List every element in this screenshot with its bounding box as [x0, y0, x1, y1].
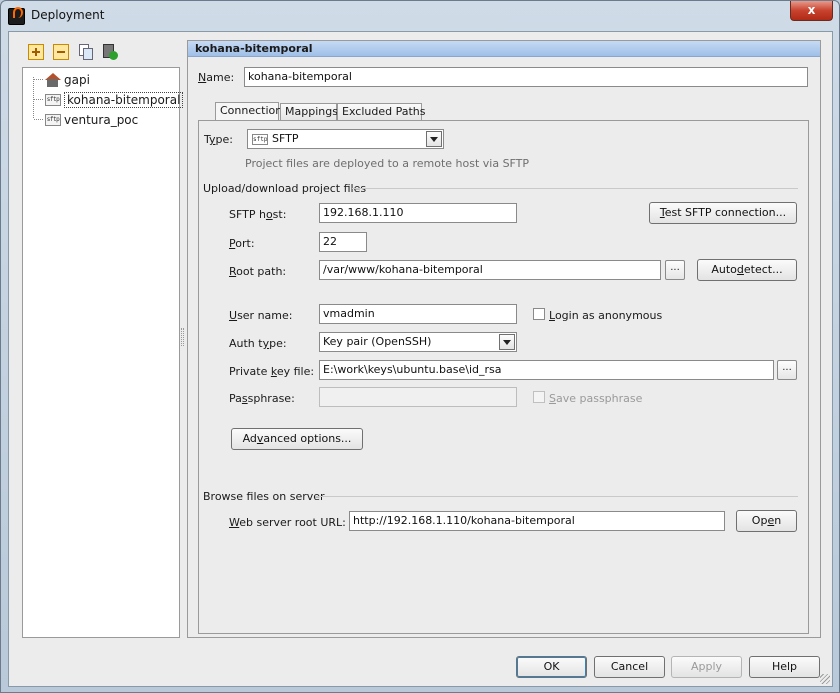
copy-server-icon[interactable]	[78, 44, 94, 60]
tree-item-label: gapi	[64, 73, 90, 87]
deployment-dialog: Deployment x gapi sftp kohana-bitemporal	[0, 0, 840, 693]
chevron-down-icon[interactable]	[426, 131, 442, 147]
upload-section-title: Upload/download project files	[203, 182, 367, 195]
port-field[interactable]: 22	[319, 232, 367, 252]
passphrase-label: Passphrase:	[229, 392, 295, 405]
app-icon	[8, 7, 25, 25]
sftp-icon: sftp	[45, 114, 61, 126]
private-key-label: Private key file:	[229, 365, 315, 378]
sftp-host-label: SFTP host:	[229, 208, 287, 221]
title-bar: Deployment x	[1, 1, 839, 31]
tab-connection[interactable]: Connection	[215, 102, 282, 120]
tree-line	[33, 77, 34, 118]
test-sftp-connection-button[interactable]: Test SFTP connection...	[649, 202, 797, 224]
tree-item-gapi[interactable]: gapi	[34, 71, 90, 89]
port-label: Port:	[229, 237, 255, 250]
type-select[interactable]: sftp SFTP	[247, 129, 444, 149]
advanced-options-button[interactable]: Advanced options...	[231, 428, 363, 450]
house-icon	[45, 73, 61, 87]
ok-button[interactable]: OK	[516, 656, 587, 678]
web-root-label: Web server root URL:	[229, 516, 346, 529]
server-config-panel: kohana-bitemporal Name: kohana-bitempora…	[187, 40, 821, 638]
sftp-icon: sftp	[45, 94, 61, 106]
tree-item-label: kohana-bitemporal	[64, 92, 184, 108]
cancel-button[interactable]: Cancel	[594, 656, 665, 678]
save-passphrase-label: Save passphrase	[549, 392, 643, 405]
root-path-label: Root path:	[229, 265, 287, 278]
auth-type-value: Key pair (OpenSSH)	[323, 335, 432, 348]
tree-item-ventura-poc[interactable]: sftp ventura_poc	[34, 111, 139, 129]
root-path-field[interactable]: /var/www/kohana-bitemporal	[319, 260, 661, 280]
tree-item-kohana-bitemporal[interactable]: sftp kohana-bitemporal	[34, 91, 184, 109]
server-tree: gapi sftp kohana-bitemporal sftp ventura…	[22, 67, 184, 638]
root-path-browse-button[interactable]: ...	[665, 260, 685, 280]
use-as-default-icon[interactable]	[102, 44, 118, 60]
apply-button[interactable]: Apply	[671, 656, 742, 678]
auth-type-select[interactable]: Key pair (OpenSSH)	[319, 332, 517, 352]
close-button[interactable]: x	[790, 1, 833, 21]
web-root-field[interactable]: http://192.168.1.110/kohana-bitemporal	[349, 511, 725, 531]
remove-server-icon[interactable]	[53, 44, 69, 60]
login-anonymous-checkbox[interactable]	[533, 308, 545, 320]
sftp-icon: sftp	[252, 134, 268, 145]
save-passphrase-checkbox[interactable]	[533, 391, 545, 403]
upload-section-separator	[352, 188, 798, 189]
tab-excluded-paths[interactable]: Excluded Paths	[337, 103, 425, 120]
sftp-host-field[interactable]: 192.168.1.110	[319, 203, 517, 223]
name-label: Name:	[198, 71, 235, 84]
private-key-browse-button[interactable]: ...	[777, 360, 797, 380]
open-button[interactable]: Open	[736, 510, 797, 532]
browse-section-separator	[315, 496, 798, 497]
passphrase-field[interactable]	[319, 387, 517, 407]
tab-mappings[interactable]: Mappings	[280, 103, 338, 120]
type-value: SFTP	[272, 132, 299, 145]
connection-tab-content: Type: sftp SFTP Project files are deploy…	[198, 120, 809, 634]
panel-splitter[interactable]	[181, 328, 184, 346]
user-name-field[interactable]: vmadmin	[319, 304, 517, 324]
chevron-down-icon[interactable]	[499, 334, 515, 350]
dialog-body: gapi sftp kohana-bitemporal sftp ventura…	[8, 31, 833, 687]
resize-grip-icon[interactable]	[820, 674, 830, 684]
user-name-label: User name:	[229, 309, 293, 322]
type-hint: Project files are deployed to a remote h…	[245, 157, 530, 170]
tree-item-label: ventura_poc	[64, 113, 139, 127]
type-label: Type:	[204, 133, 233, 146]
browse-section-title: Browse files on server	[203, 490, 325, 503]
auth-type-label: Auth type:	[229, 337, 287, 350]
login-anonymous-label: Login as anonymous	[549, 309, 663, 322]
window-title: Deployment	[31, 8, 105, 22]
panel-header: kohana-bitemporal	[188, 41, 820, 57]
private-key-field[interactable]: E:\work\keys\ubuntu.base\id_rsa	[319, 360, 774, 380]
add-server-icon[interactable]	[28, 44, 44, 60]
help-button[interactable]: Help	[749, 656, 820, 678]
autodetect-button[interactable]: Autodetect...	[697, 259, 797, 281]
name-field[interactable]: kohana-bitemporal	[244, 67, 808, 87]
